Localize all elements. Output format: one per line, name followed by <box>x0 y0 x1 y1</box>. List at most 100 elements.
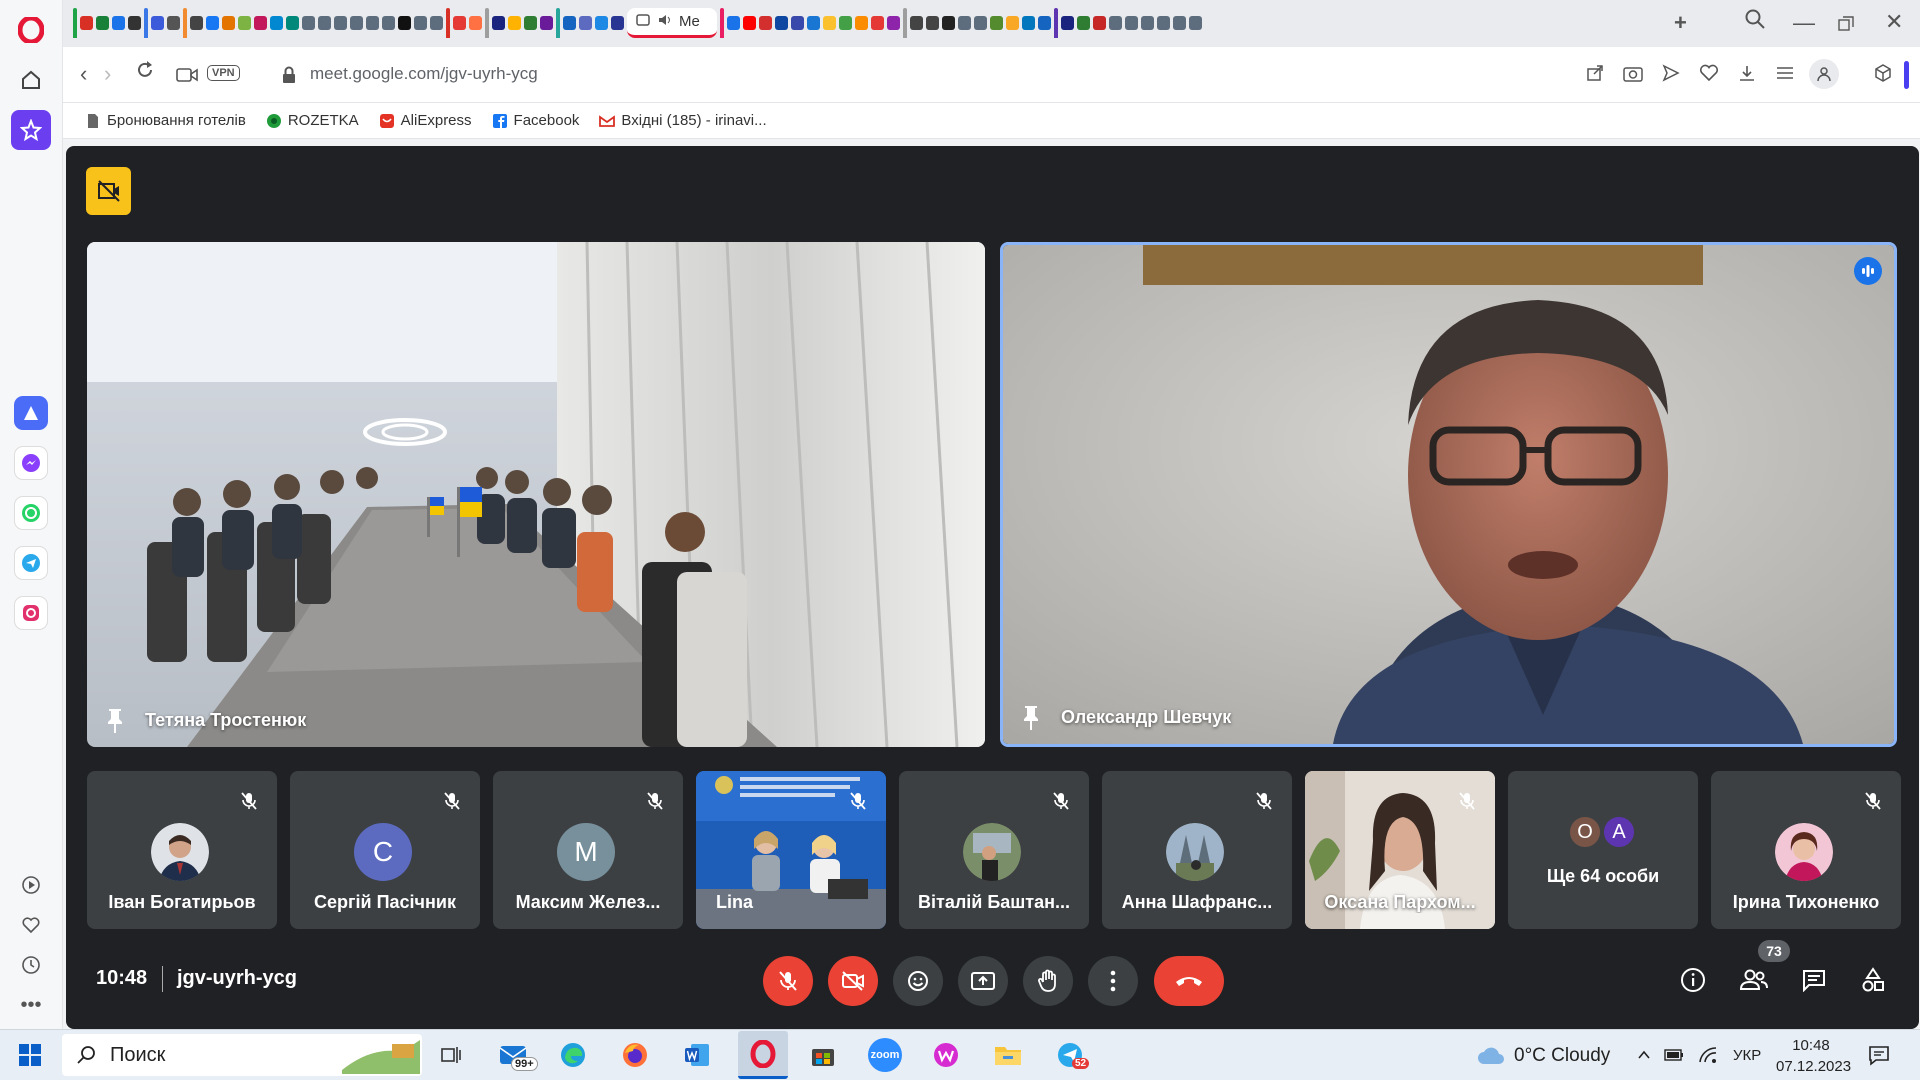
tab-favicon[interactable] <box>96 16 109 30</box>
tab-favicon[interactable] <box>334 16 347 30</box>
tab-favicon[interactable] <box>775 16 788 30</box>
tab-favicon[interactable] <box>990 16 1003 30</box>
tab-favicon[interactable] <box>958 16 971 30</box>
task-view-icon[interactable] <box>434 1038 468 1072</box>
tab-favicon[interactable] <box>1022 16 1035 30</box>
tab-favicon[interactable] <box>398 16 411 30</box>
tab-favicon[interactable] <box>167 16 180 30</box>
tab-favicon[interactable] <box>839 16 852 30</box>
tab-favicon[interactable] <box>1061 16 1074 30</box>
store-icon[interactable] <box>806 1038 840 1072</box>
meeting-details-button[interactable] <box>1675 962 1711 998</box>
reload-icon[interactable] <box>134 59 156 87</box>
new-tab-plus-icon[interactable]: + <box>1674 10 1687 36</box>
speed-dial-star-icon[interactable] <box>11 110 51 150</box>
whatsapp-icon[interactable] <box>14 496 48 530</box>
tab-favicon[interactable] <box>524 16 537 30</box>
tab-favicon[interactable] <box>974 16 987 30</box>
tab-favicon[interactable] <box>302 16 315 30</box>
snapshot-camera-icon[interactable] <box>1621 61 1645 85</box>
pin-icon[interactable] <box>103 707 127 735</box>
tab-favicon[interactable] <box>190 16 203 30</box>
instagram-icon[interactable] <box>14 596 48 630</box>
participant-tile[interactable]: Lina <box>696 771 886 929</box>
tab-favicon[interactable] <box>151 16 164 30</box>
tab-favicon[interactable] <box>206 16 219 30</box>
tab-favicon[interactable] <box>254 16 267 30</box>
url-text[interactable]: meet.google.com/jgv-uyrh-ycg <box>310 64 538 84</box>
tab-favicon[interactable] <box>1157 16 1170 30</box>
video-tile-active-speaker[interactable]: Олександр Шевчук <box>1000 242 1897 747</box>
heart-icon[interactable] <box>11 905 51 945</box>
tab-favicon[interactable] <box>270 16 283 30</box>
tab-favicon[interactable] <box>855 16 868 30</box>
tab-favicon[interactable] <box>382 16 395 30</box>
tab-favicon[interactable] <box>563 16 576 30</box>
send-icon[interactable] <box>1659 61 1683 85</box>
vpn-badge[interactable]: VPN <box>207 65 240 81</box>
tab-favicon[interactable] <box>1093 16 1106 30</box>
battery-icon[interactable] <box>1664 1048 1684 1067</box>
tab-favicon[interactable] <box>823 16 836 30</box>
video-tile-room[interactable]: Тетяна Тростенюк <box>87 242 985 747</box>
tab-favicon[interactable] <box>492 16 505 30</box>
leave-call-button[interactable] <box>1154 956 1224 1006</box>
history-icon[interactable] <box>11 945 51 985</box>
tab-favicon[interactable] <box>540 16 553 30</box>
input-language[interactable]: УКР <box>1733 1047 1761 1064</box>
tab-favicon[interactable] <box>508 16 521 30</box>
tab-favicon[interactable] <box>1125 16 1138 30</box>
participant-tile[interactable]: С Сергій Пасічник <box>290 771 480 929</box>
forward-icon[interactable]: › <box>104 61 111 87</box>
word-icon[interactable] <box>680 1038 714 1072</box>
tab-favicon[interactable] <box>759 16 772 30</box>
mail-app-icon[interactable]: 99+ <box>496 1038 538 1072</box>
lock-icon[interactable] <box>277 63 301 87</box>
participant-tile[interactable]: Анна Шафранс... <box>1102 771 1292 929</box>
bookmark-gmail[interactable]: Вхідні (185) - irinavi... <box>599 112 767 129</box>
more-options-button[interactable] <box>1088 956 1138 1006</box>
tab-favicon[interactable] <box>1189 16 1202 30</box>
reactions-button[interactable] <box>893 956 943 1006</box>
tab-favicon[interactable] <box>286 16 299 30</box>
search-tabs-icon[interactable] <box>1744 8 1766 36</box>
bookmark-facebook[interactable]: Facebook <box>492 112 579 129</box>
download-icon[interactable] <box>1735 61 1759 85</box>
telegram-icon[interactable] <box>14 546 48 580</box>
aria-icon[interactable] <box>14 396 48 430</box>
tab-favicon[interactable] <box>112 16 125 30</box>
people-button[interactable] <box>1736 962 1772 998</box>
mic-toggle-button[interactable] <box>763 956 813 1006</box>
tab-favicon[interactable] <box>469 16 482 30</box>
more-participants-tile[interactable]: О А Ще 64 особи <box>1508 771 1698 929</box>
tab-favicon[interactable] <box>611 16 624 30</box>
bookmark-aliexpress[interactable]: AliExpress <box>379 112 472 129</box>
tab-favicon[interactable] <box>453 16 466 30</box>
tab-favicon[interactable] <box>942 16 955 30</box>
more-dots-icon[interactable]: ••• <box>11 985 51 1025</box>
tab-favicon[interactable] <box>80 16 93 30</box>
messenger-icon[interactable] <box>14 446 48 480</box>
raise-hand-button[interactable] <box>1023 956 1073 1006</box>
bookmark-rozetka[interactable]: ROZETKA <box>266 112 359 129</box>
close-window-icon[interactable]: ✕ <box>1885 9 1903 35</box>
participant-tile[interactable]: М Максим Желез... <box>493 771 683 929</box>
bookmark-hotels[interactable]: Бронювання готелів <box>85 112 246 129</box>
tab-favicon[interactable] <box>366 16 379 30</box>
tab-favicon[interactable] <box>128 16 141 30</box>
tab-favicon[interactable] <box>910 16 923 30</box>
tab-favicon[interactable] <box>350 16 363 30</box>
participant-tile[interactable]: Віталій Баштан... <box>899 771 1089 929</box>
tab-active-meet[interactable]: Me <box>627 8 717 38</box>
share-icon[interactable] <box>1583 61 1607 85</box>
tab-favicon[interactable] <box>791 16 804 30</box>
tab-favicon[interactable] <box>926 16 939 30</box>
camera-access-icon[interactable] <box>175 63 199 87</box>
zoom-icon[interactable]: zoom <box>868 1038 902 1072</box>
firefox-icon[interactable] <box>618 1038 652 1072</box>
tab-favicon[interactable] <box>1173 16 1186 30</box>
opera-taskbar-icon[interactable] <box>738 1031 788 1079</box>
profile-icon[interactable] <box>1809 59 1839 89</box>
minimize-icon[interactable]: — <box>1793 10 1815 36</box>
notifications-icon[interactable] <box>1868 1044 1890 1071</box>
